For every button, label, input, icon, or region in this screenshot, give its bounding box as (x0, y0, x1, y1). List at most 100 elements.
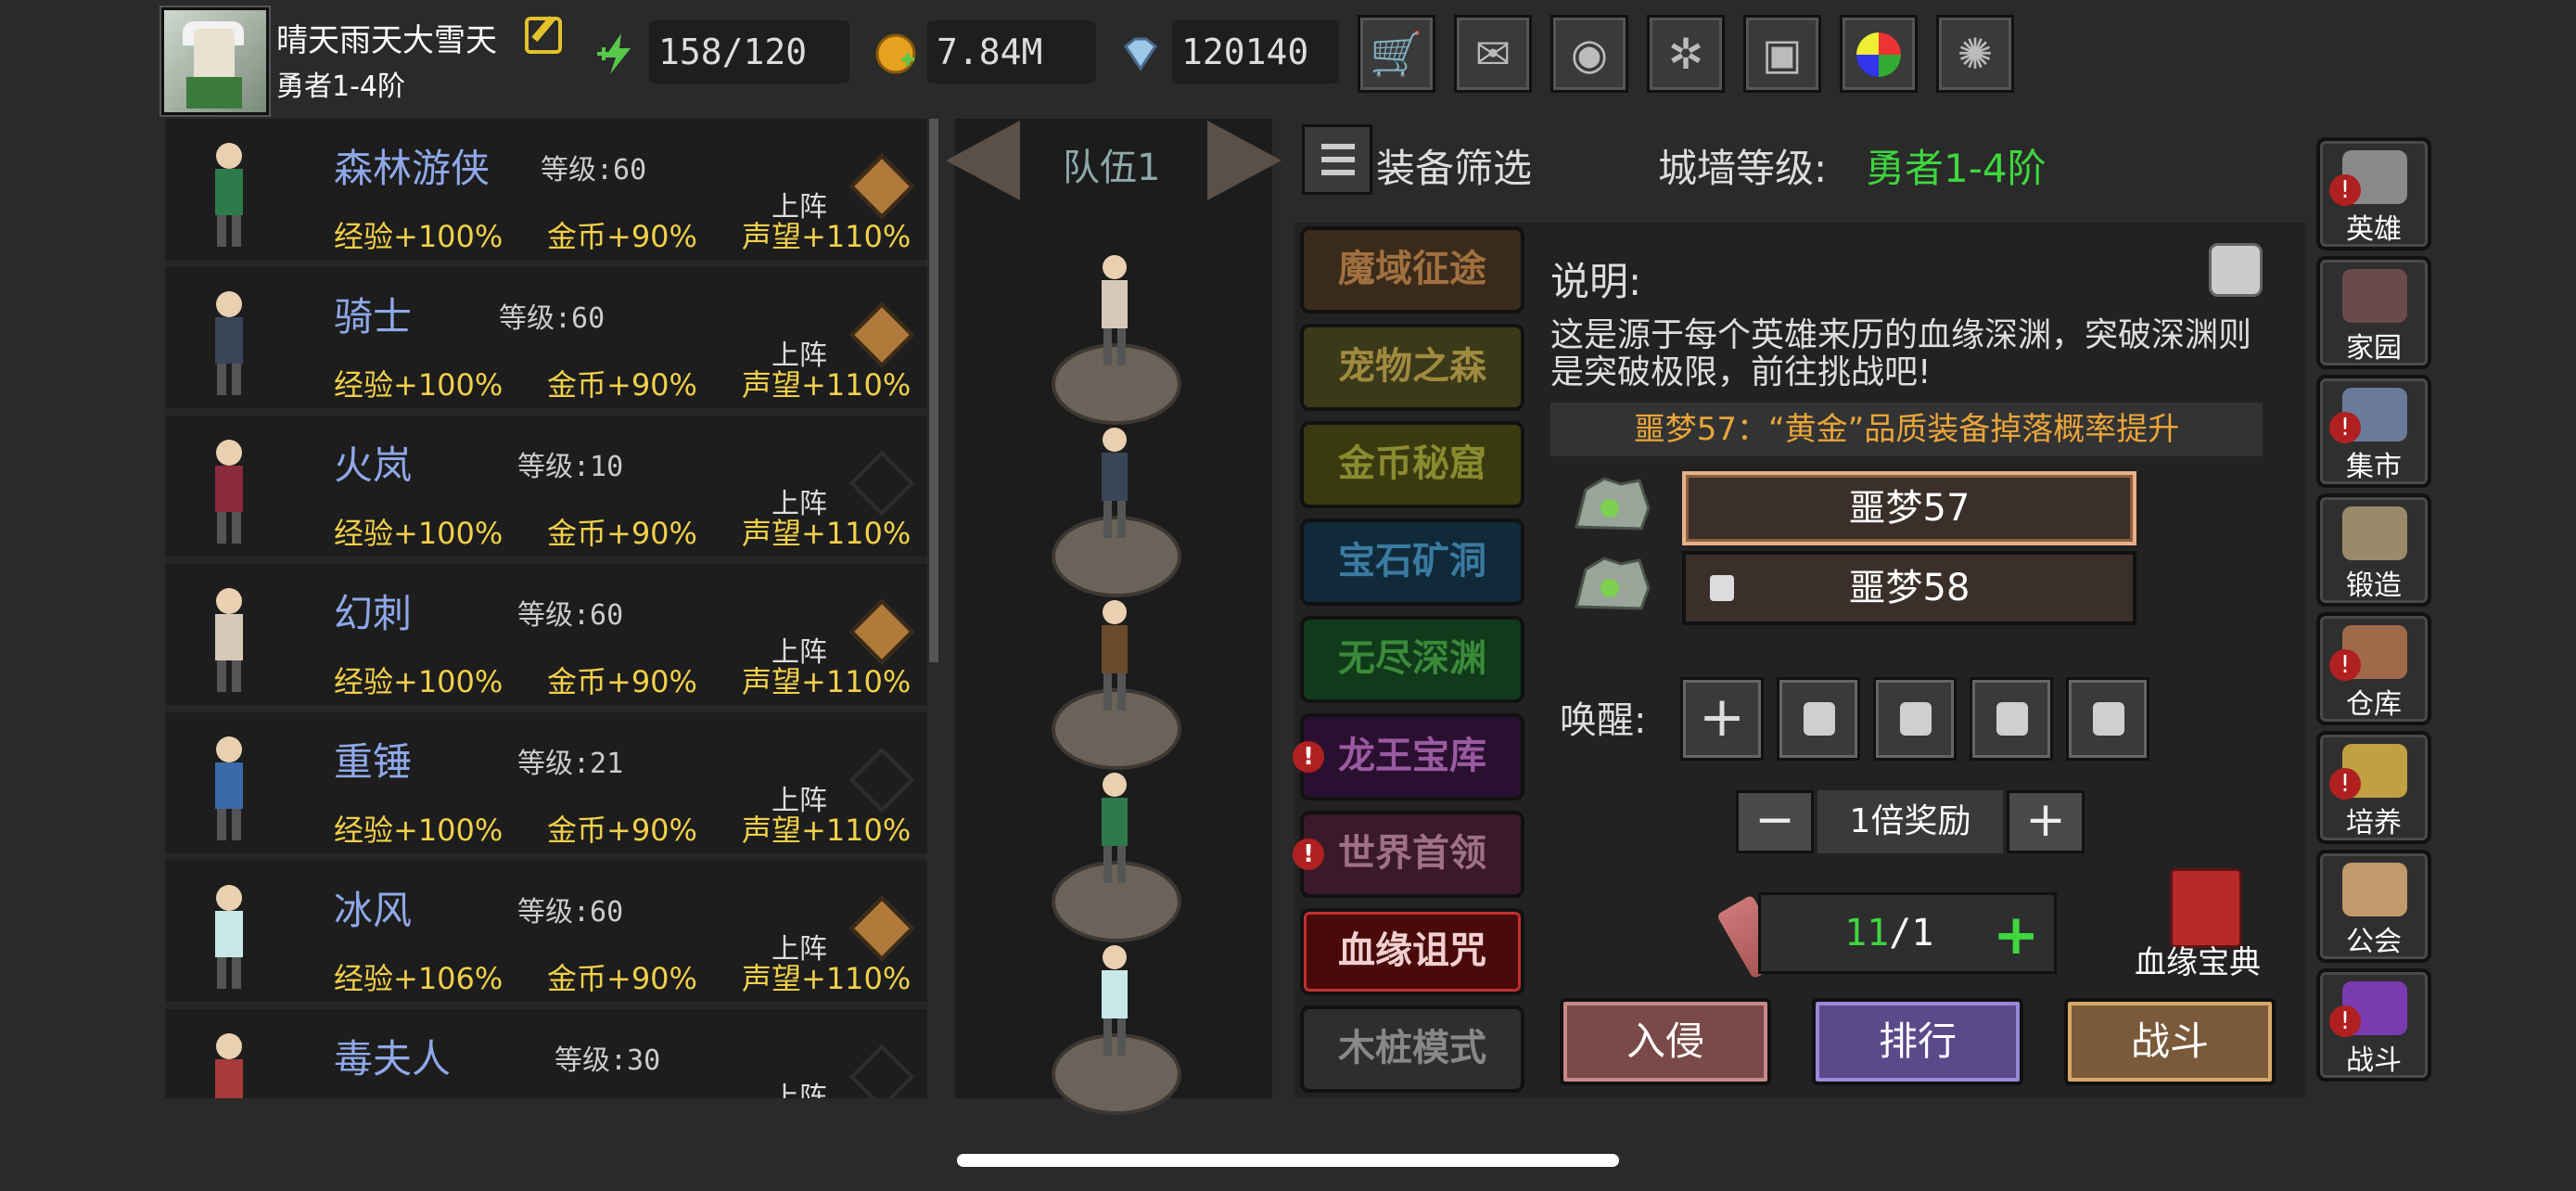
hero-gold-bonus: 金币+90% (547, 664, 697, 699)
hero-row[interactable]: 毒夫人 等级:30 上阵 (165, 1009, 927, 1098)
difficulty-level-button[interactable]: 噩梦58 (1682, 551, 2136, 625)
alert-icon: ! (2329, 1005, 2361, 1037)
hero-row[interactable]: 重锤 等级:21 经验+100% 金币+90% 声望+110% 上阵 (165, 712, 927, 861)
color-wheel-button[interactable] (1840, 15, 1918, 93)
energy-icon (597, 33, 631, 74)
gold-value: 7.84M (937, 32, 1043, 72)
difficulty-level-label: 噩梦58 (1848, 567, 1970, 609)
nav-warehouse-button[interactable]: ! 仓库 (2316, 612, 2431, 725)
nav-hero-button[interactable]: ! 英雄 (2316, 137, 2431, 250)
gem-ore-icon (1567, 551, 1656, 616)
hero-deploy-toggle[interactable] (848, 747, 915, 813)
hero-deploy-toggle[interactable] (848, 598, 915, 665)
nav-label: 英雄 (2346, 213, 2402, 246)
team-hero-sprite[interactable] (1078, 941, 1152, 1061)
mail-icon: ✉ (1474, 29, 1511, 79)
dungeon-button[interactable]: 金币秘窟 (1300, 421, 1524, 508)
hero-deploy-label: 上阵 (772, 785, 827, 817)
firework-button[interactable]: ✺ (1936, 15, 2014, 93)
add-attempt-button[interactable]: + (1993, 903, 2039, 967)
hero-sprite (187, 284, 271, 399)
hero-row[interactable]: 冰风 等级:60 经验+106% 金币+90% 声望+110% 上阵 (165, 861, 927, 1009)
dungeon-button[interactable]: ! 龙王宝库 (1293, 713, 1524, 800)
team-hero-sprite[interactable] (1078, 768, 1152, 889)
hero-row[interactable]: 骑士 等级:60 经验+100% 金币+90% 声望+110% 上阵 (165, 267, 927, 416)
awaken-locked-slot[interactable] (1970, 677, 2053, 761)
reward-increase-button[interactable]: + (2007, 790, 2085, 853)
awaken-locked-slot[interactable] (1873, 677, 1957, 761)
battle-button[interactable]: 战斗 (2064, 998, 2276, 1085)
nav-market-button[interactable]: ! 集市 (2316, 375, 2431, 488)
hero-level: 等级:30 (555, 1044, 661, 1077)
gold-stat: 7.84M (927, 20, 1096, 83)
avatar-robe (186, 77, 242, 109)
hero-list[interactable]: 森林游侠 等级:60 经验+100% 金币+90% 声望+110% 上阵 骑士 等级:60 经验… (165, 119, 927, 1098)
hero-level: 等级:60 (499, 302, 606, 335)
difficulty-level-button[interactable]: 噩梦57 (1682, 471, 2136, 545)
hero-deploy-label: 上阵 (772, 636, 827, 669)
hero-sprite (187, 135, 271, 250)
hero-name: 重锤 (334, 739, 413, 785)
nav-guild-button[interactable]: 公会 (2316, 850, 2431, 963)
hero-deploy-toggle[interactable] (848, 450, 915, 517)
awaken-locked-slot[interactable] (2066, 677, 2149, 761)
team-hero-sprite[interactable] (1078, 423, 1152, 544)
dungeon-button[interactable]: 宝石矿洞 (1300, 519, 1524, 606)
alert-icon: ! (2329, 174, 2361, 206)
player-avatar[interactable] (161, 7, 269, 115)
invade-button[interactable]: 入侵 (1560, 998, 1771, 1085)
awaken-add-slot[interactable]: + (1680, 677, 1764, 761)
hero-deploy-toggle[interactable] (848, 895, 915, 962)
dungeon-button[interactable]: ! 世界首领 (1293, 811, 1524, 898)
hero-deploy-toggle[interactable] (848, 1044, 915, 1098)
hero-exp-bonus: 经验+100% (334, 813, 504, 848)
info-icon[interactable] (2209, 243, 2263, 297)
dungeon-button[interactable]: 血缘诅咒 (1300, 908, 1524, 995)
nav-label: 集市 (2346, 451, 2402, 483)
description-text: 这是源于每个英雄来历的血缘深渊，突破深渊则是突破极限，前往挑战吧! (1550, 316, 2252, 391)
gift-button[interactable]: ▣ (1743, 15, 1821, 93)
hero-name: 毒夫人 (334, 1036, 452, 1082)
settings-button[interactable]: ✲ (1647, 15, 1725, 93)
hero-row[interactable]: 森林游侠 等级:60 经验+100% 金币+90% 声望+110% 上阵 (165, 119, 927, 267)
hero-gold-bonus: 金币+90% (547, 219, 697, 254)
edit-name-icon[interactable] (525, 17, 562, 54)
hero-row[interactable]: 幻刺 等级:60 经验+100% 金币+90% 声望+110% 上阵 (165, 564, 927, 712)
hero-list-scrollbar[interactable] (929, 119, 938, 662)
dungeon-button[interactable]: 宠物之森 (1300, 324, 1524, 411)
player-name: 晴天雨天大雪天 (276, 22, 497, 59)
bloodline-book-label[interactable]: 血缘宝典 (2135, 937, 2261, 982)
shop-cart-button[interactable]: 🛒 (1358, 15, 1435, 93)
hero-deploy-label: 上阵 (772, 339, 827, 372)
team-hero-sprite[interactable] (1078, 250, 1152, 371)
equipment-filter-button[interactable] (1302, 124, 1372, 195)
alert-icon: ! (2329, 412, 2361, 443)
dungeon-label: 龙王宝库 (1338, 735, 1486, 777)
nav-label: 家园 (2346, 332, 2402, 365)
gift-icon: ▣ (1762, 29, 1803, 79)
energy-value: 158/120 (658, 32, 808, 72)
nav-forge-button[interactable]: 锻造 (2316, 493, 2431, 607)
menu-line (1321, 157, 1355, 162)
dungeon-button[interactable]: 无尽深渊 (1300, 616, 1524, 703)
nav-home-button[interactable]: 家园 (2316, 256, 2431, 369)
awaken-label: 唤醒: (1560, 699, 1647, 742)
guild-icon (2342, 863, 2407, 916)
dungeon-button[interactable]: 木桩模式 (1300, 1005, 1524, 1093)
dungeon-label: 魔域征途 (1338, 248, 1486, 290)
awaken-locked-slot[interactable] (1777, 677, 1860, 761)
gamepad-button[interactable]: ◉ (1550, 15, 1628, 93)
home-indicator[interactable] (957, 1154, 1619, 1167)
dungeon-button[interactable]: 魔域征途 (1300, 226, 1524, 314)
nav-train-button[interactable]: ! 培养 (2316, 731, 2431, 844)
hero-row[interactable]: 火岚 等级:10 经验+100% 金币+90% 声望+110% 上阵 (165, 416, 927, 564)
mail-button[interactable]: ✉ (1454, 15, 1532, 93)
attempt-count: 11/1 (1844, 912, 1934, 954)
team-hero-sprite[interactable] (1078, 596, 1152, 716)
ranking-button[interactable]: 排行 (1812, 998, 2023, 1085)
nav-battle-button[interactable]: ! 战斗 (2316, 968, 2431, 1082)
reward-decrease-button[interactable]: − (1736, 790, 1814, 853)
hero-exp-bonus: 经验+100% (334, 516, 504, 551)
hero-deploy-toggle[interactable] (848, 301, 915, 368)
hero-deploy-toggle[interactable] (848, 153, 915, 220)
